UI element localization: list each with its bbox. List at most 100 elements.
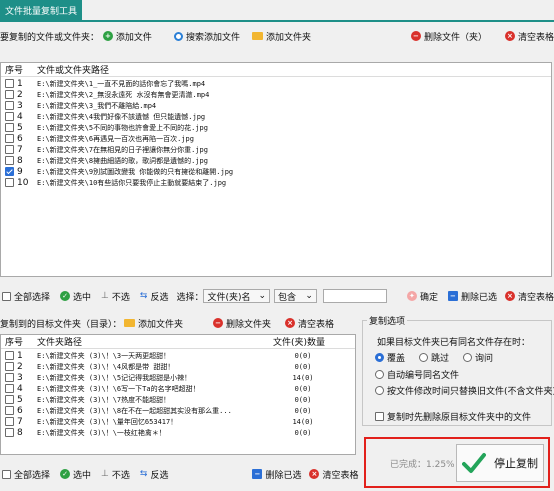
- confirm-button[interactable]: ✦ 确定: [406, 290, 438, 303]
- row-path: E:\新建文件夹\8擁曲細語的歌，歌詞都是遺憾的.jpg: [37, 156, 208, 165]
- row-checkbox[interactable]: [5, 156, 14, 165]
- confirm-label: 确定: [419, 292, 438, 303]
- deselect-label: 不选: [111, 292, 130, 303]
- delete-selected-button[interactable]: − 删除已选: [447, 290, 497, 303]
- overwrite-radio[interactable]: 覆盖: [375, 351, 405, 364]
- close-icon: ×: [504, 31, 515, 41]
- target-select-all-checkbox[interactable]: 全部选择: [2, 468, 50, 481]
- ask-radio[interactable]: 询问: [463, 351, 493, 364]
- row-checkbox[interactable]: [5, 167, 14, 176]
- row-checkbox[interactable]: [5, 112, 14, 121]
- deselect-button[interactable]: ⊥ 不选: [101, 290, 130, 303]
- target-table-row[interactable]: 2 E:\新建文件夹 (3)\！\4风都是带 甜甜！ 0(0): [1, 361, 355, 372]
- overwrite-options: 覆盖 跳过 询问: [375, 351, 493, 364]
- target-table-row[interactable]: 6 E:\新建文件夹 (3)\！\8在不在一起超甜其实没有那么重... 0(0): [1, 405, 355, 416]
- source-table-row[interactable]: 10 E:\新建文件夹\10有些話你只要我停止主動就要結束了.jpg: [1, 177, 551, 188]
- row-checkbox[interactable]: [5, 79, 14, 88]
- row-index-cell: 8: [1, 156, 37, 166]
- col-count-header: 文件(夹)数量: [273, 338, 326, 348]
- delete-file-button[interactable]: − 删除文件（夹）: [410, 30, 487, 43]
- target-select-button[interactable]: ✓ 选中: [60, 468, 91, 481]
- row-checkbox[interactable]: [5, 428, 14, 437]
- add-folder-button[interactable]: 添加文件夹: [251, 30, 311, 43]
- row-folder-path: E:\新建文件夹 (3)\！\一枝红艳禽＊！: [37, 428, 166, 437]
- source-table-row[interactable]: 8 E:\新建文件夹\8擁曲細語的歌，歌詞都是遺憾的.jpg: [1, 155, 551, 166]
- target-table-row[interactable]: 5 E:\新建文件夹 (3)\！\7热度不能超甜！ 0(0): [1, 394, 355, 405]
- filter-field-dropdown[interactable]: 文件(夹)名 ⌄: [203, 289, 271, 303]
- row-number: 10: [17, 177, 29, 188]
- target-section-label: 复制到的目标文件夹（目录）：: [0, 319, 122, 330]
- row-path: E:\新建文件夹\6再遇見一百次也再陷一百次.jpg: [37, 134, 194, 143]
- filter-op-dropdown[interactable]: 包含 ⌄: [274, 289, 317, 303]
- row-checkbox[interactable]: [5, 395, 14, 404]
- progress-label: 已完成：: [390, 460, 427, 470]
- source-table-row[interactable]: 2 E:\新建文件夹\2_無沒永遠死 水沒有無會更清澈.mp4: [1, 89, 551, 100]
- filter-text-input[interactable]: [322, 289, 387, 303]
- close-icon: ×: [285, 318, 296, 328]
- row-checkbox[interactable]: [5, 178, 14, 187]
- row-checkbox[interactable]: [5, 406, 14, 415]
- app-title-tab[interactable]: 文件批量复制工具: [0, 0, 82, 20]
- search-add-file-button[interactable]: 搜索添加文件: [173, 30, 240, 43]
- row-index-cell: 3: [1, 101, 37, 111]
- delete-file-label: 删除文件（夹）: [423, 32, 487, 43]
- stop-copy-button[interactable]: 停止复制: [456, 444, 544, 482]
- target-invert-button[interactable]: ⇆ 反选: [140, 468, 169, 481]
- row-number: 8: [17, 155, 23, 166]
- source-table-row[interactable]: 5 E:\新建文件夹\5不同的事物也許會愛上不同的花.jpg: [1, 122, 551, 133]
- target-table-row[interactable]: 7 E:\新建文件夹 (3)\！\量年回忆653417！ 14(0): [1, 416, 355, 427]
- row-checkbox[interactable]: [5, 145, 14, 154]
- selection-toolbar: 全部选择 ✓ 选中 ⊥ 不选 ⇆ 反选 选择： 文件(夹)名 ⌄ 包含 ⌄ ✦ …: [0, 288, 554, 304]
- target-deselect-button[interactable]: ⊥ 不选: [101, 468, 130, 481]
- row-folder-path: E:\新建文件夹 (3)\！\4风都是带 甜甜！: [37, 362, 175, 371]
- select-button[interactable]: ✓ 选中: [60, 290, 91, 303]
- add-file-button[interactable]: + 添加文件: [102, 30, 152, 43]
- auto-rename-radio[interactable]: 自动编号同名文件: [375, 368, 459, 381]
- row-checkbox[interactable]: [5, 351, 14, 360]
- row-index-cell: 1: [1, 351, 37, 361]
- target-delete-selected-button[interactable]: − 删除已选: [252, 468, 301, 481]
- row-checkbox[interactable]: [5, 134, 14, 143]
- row-index-cell: 6: [1, 406, 37, 416]
- select-label: 选中: [73, 292, 92, 303]
- row-checkbox[interactable]: [5, 417, 14, 426]
- source-table-row[interactable]: 4 E:\新建文件夹\4我們好像不該遺憾 但只能遺憾.jpg: [1, 111, 551, 122]
- row-number: 6: [17, 405, 23, 416]
- row-checkbox[interactable]: [5, 101, 14, 110]
- row-folder-path: E:\新建文件夹 (3)\！\量年回忆653417！: [37, 417, 178, 426]
- source-table-row[interactable]: 7 E:\新建文件夹\7在無相見的日子裡讓你無分你重.jpg: [1, 144, 551, 155]
- source-table-row[interactable]: 1 E:\新建文件夹\1_一直不見面的話你會忘了我嗎.mp4: [1, 78, 551, 89]
- skip-radio[interactable]: 跳过: [419, 351, 449, 364]
- source-table-row[interactable]: 3 E:\新建文件夹\3_我們不離陪給.mp4: [1, 100, 551, 111]
- select-all-label: 全部选择: [14, 292, 51, 303]
- add-target-folder-button[interactable]: 添加文件夹: [124, 317, 183, 330]
- clear-table-button-2[interactable]: × 清空表格: [504, 290, 554, 303]
- folder-icon: [124, 319, 135, 327]
- clear-target-table-button[interactable]: × 清空表格: [285, 317, 334, 330]
- row-checkbox[interactable]: [5, 362, 14, 371]
- target-invert-label: 反选: [150, 470, 169, 481]
- row-folder-path: E:\新建文件夹 (3)\！\7热度不能超甜！: [37, 395, 171, 404]
- radio-selected-icon: [375, 353, 384, 362]
- delete-folder-button[interactable]: − 删除文件夹: [213, 317, 271, 330]
- replace-by-time-radio[interactable]: 按文件修改时间只替换旧文件(不含文件夹): [375, 384, 554, 397]
- target-table-row[interactable]: 1 E:\新建文件夹 (3)\！\3一天两更超甜！ 0(0): [1, 350, 355, 361]
- select-all-checkbox[interactable]: 全部选择: [2, 290, 50, 303]
- target-table-row[interactable]: 8 E:\新建文件夹 (3)\！\一枝红艳禽＊！ 0(0): [1, 427, 355, 438]
- row-checkbox[interactable]: [5, 90, 14, 99]
- row-file-count: 0(0): [294, 384, 312, 393]
- target-clear-table-button[interactable]: × 清空表格: [309, 468, 358, 481]
- row-checkbox[interactable]: [5, 123, 14, 132]
- thumb-icon: ✦: [406, 291, 417, 301]
- folder-icon: [251, 32, 263, 40]
- delete-before-copy-checkbox[interactable]: 复制时先删除原目标文件夹中的文件: [375, 410, 531, 423]
- invert-button[interactable]: ⇆ 反选: [140, 290, 169, 303]
- source-table-row[interactable]: 6 E:\新建文件夹\6再遇見一百次也再陷一百次.jpg: [1, 133, 551, 144]
- target-table-header: 序号 文件夹路径 文件(夹)数量: [1, 335, 355, 349]
- source-table-row[interactable]: 9 E:\新建文件夹\9別試圖改變我 你能做的只有擁從和離開.jpg: [1, 166, 551, 177]
- target-table-row[interactable]: 3 E:\新建文件夹 (3)\！\5记记得我超甜是小辣！ 14(0): [1, 372, 355, 383]
- target-table-row[interactable]: 4 E:\新建文件夹 (3)\！\6写一下Ta的名字吧超甜！ 0(0): [1, 383, 355, 394]
- clear-table-button[interactable]: × 清空表格: [504, 30, 554, 43]
- row-checkbox[interactable]: [5, 384, 14, 393]
- row-checkbox[interactable]: [5, 373, 14, 382]
